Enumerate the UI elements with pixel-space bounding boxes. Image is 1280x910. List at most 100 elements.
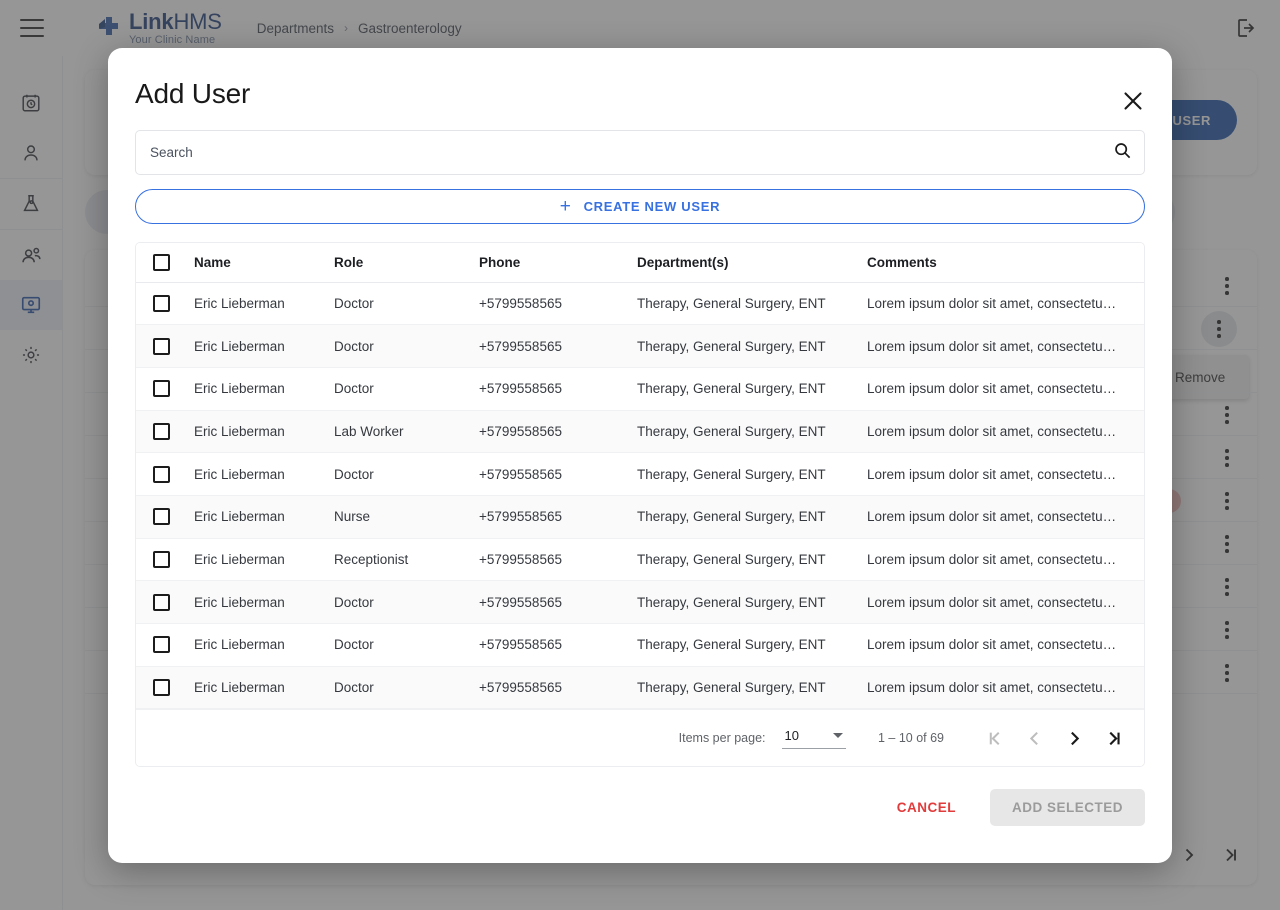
cell-comments: Lorem ipsum dolor sit amet, consectetu… [867,580,1144,624]
row-checkbox-cell [136,324,194,368]
previous-page-icon[interactable] [1014,718,1054,758]
column-header-name: Name [194,243,334,283]
cell-role: Doctor [334,282,479,326]
column-header-phone: Phone [479,243,637,283]
select-all-checkbox[interactable] [153,253,170,271]
row-checkbox[interactable] [153,550,170,568]
cell-phone: +5799558565 [479,580,637,624]
cell-departments: Therapy, General Surgery, ENT [637,452,867,496]
cell-phone: +5799558565 [479,666,637,710]
row-checkbox-cell [136,538,194,582]
cell-departments: Therapy, General Surgery, ENT [637,538,867,582]
cell-name: Eric Lieberman [194,282,334,326]
row-checkbox-cell [136,410,194,454]
row-checkbox-cell [136,623,194,667]
cell-departments: Therapy, General Surgery, ENT [637,324,867,368]
items-per-page-label: Items per page: [678,731,766,746]
cell-departments: Therapy, General Surgery, ENT [637,282,867,326]
cell-name: Eric Lieberman [194,623,334,667]
first-page-icon[interactable] [974,718,1014,758]
cell-phone: +5799558565 [479,282,637,326]
cell-name: Eric Lieberman [194,452,334,496]
row-checkbox-cell [136,452,194,496]
cell-role: Nurse [334,495,479,539]
column-header-role: Role [334,243,479,283]
cell-phone: +5799558565 [479,623,637,667]
cell-name: Eric Lieberman [194,367,334,411]
cell-role: Doctor [334,367,479,411]
items-per-page-select[interactable]: 10 [781,727,846,749]
table-header-row: Name Role Phone Department(s) Comments [136,243,1144,283]
cell-comments: Lorem ipsum dolor sit amet, consectetu… [867,538,1144,582]
row-checkbox[interactable] [153,593,170,611]
row-checkbox[interactable] [153,294,170,312]
cell-name: Eric Lieberman [194,538,334,582]
row-checkbox[interactable] [153,422,170,440]
cell-comments: Lorem ipsum dolor sit amet, consectetu… [867,623,1144,667]
select-all-header [136,243,194,283]
table-row[interactable]: Eric Lieberman Doctor +5799558565 Therapy, … [136,666,1144,710]
cell-comments: Lorem ipsum dolor sit amet, consectetu… [867,282,1144,326]
add-selected-button[interactable]: ADD SELECTED [989,789,1145,827]
dialog-footer: CANCEL ADD SELECTED [135,789,1145,827]
table-row[interactable]: Eric Lieberman Receptionist +5799558565 The… [136,538,1144,582]
cell-departments: Therapy, General Surgery, ENT [637,367,867,411]
add-user-dialog: Add User + CREATE NEW USER [108,48,1172,863]
table-row[interactable]: Eric Lieberman Doctor +5799558565 Therapy, … [136,367,1144,411]
cell-departments: Therapy, General Surgery, ENT [637,623,867,667]
cell-comments: Lorem ipsum dolor sit amet, consectetu… [867,666,1144,710]
cell-name: Eric Lieberman [194,666,334,710]
cell-comments: Lorem ipsum dolor sit amet, consectetu… [867,452,1144,496]
dialog-title: Add User [135,78,251,109]
cell-role: Lab Worker [334,410,479,454]
users-table: Name Role Phone Department(s) Comments E… [135,242,1145,768]
chevron-down-icon [832,732,843,738]
search-icon[interactable] [1113,141,1132,165]
table-row[interactable]: Eric Lieberman Doctor +5799558565 Therapy, … [136,452,1144,496]
table-row[interactable]: Eric Lieberman Lab Worker +5799558565 Thera… [136,410,1144,454]
cell-phone: +5799558565 [479,452,637,496]
column-header-comments: Comments [867,243,1144,283]
table-row[interactable]: Eric Lieberman Doctor +5799558565 Therapy, … [136,580,1144,624]
row-checkbox-cell [136,367,194,411]
table-row[interactable]: Eric Lieberman Doctor +5799558565 Therapy, … [136,324,1144,368]
close-icon[interactable] [1120,88,1146,114]
cell-departments: Therapy, General Surgery, ENT [637,580,867,624]
row-checkbox-cell [136,580,194,624]
cell-role: Doctor [334,324,479,368]
search-field[interactable] [135,130,1145,175]
cell-role: Doctor [334,452,479,496]
table-row[interactable]: Eric Lieberman Nurse +5799558565 Therapy, G… [136,495,1144,539]
row-checkbox[interactable] [153,337,170,355]
cell-comments: Lorem ipsum dolor sit amet, consectetu… [867,410,1144,454]
row-checkbox-cell [136,282,194,326]
cell-phone: +5799558565 [479,324,637,368]
cell-comments: Lorem ipsum dolor sit amet, consectetu… [867,324,1144,368]
cell-name: Eric Lieberman [194,410,334,454]
table-row[interactable]: Eric Lieberman Doctor +5799558565 Therapy, … [136,282,1144,326]
row-checkbox[interactable] [153,380,170,398]
row-checkbox[interactable] [153,679,170,697]
cell-role: Doctor [334,666,479,710]
create-new-user-button[interactable]: + CREATE NEW USER [135,189,1145,224]
cell-phone: +5799558565 [479,367,637,411]
cell-phone: +5799558565 [479,495,637,539]
search-input[interactable] [150,145,1113,160]
table-row[interactable]: Eric Lieberman Doctor +5799558565 Therapy, … [136,623,1144,667]
last-page-icon[interactable] [1094,718,1134,758]
cell-name: Eric Lieberman [194,495,334,539]
cell-role: Doctor [334,580,479,624]
cell-phone: +5799558565 [479,410,637,454]
next-page-icon[interactable] [1054,718,1094,758]
row-checkbox[interactable] [153,508,170,526]
row-checkbox[interactable] [153,636,170,654]
cell-comments: Lorem ipsum dolor sit amet, consectetu… [867,367,1144,411]
cell-departments: Therapy, General Surgery, ENT [637,666,867,710]
row-checkbox-cell [136,495,194,539]
cell-name: Eric Lieberman [194,580,334,624]
row-checkbox[interactable] [153,465,170,483]
cell-departments: Therapy, General Surgery, ENT [637,410,867,454]
cell-role: Doctor [334,623,479,667]
items-per-page-value: 10 [784,727,799,743]
cancel-button[interactable]: CANCEL [883,790,970,825]
